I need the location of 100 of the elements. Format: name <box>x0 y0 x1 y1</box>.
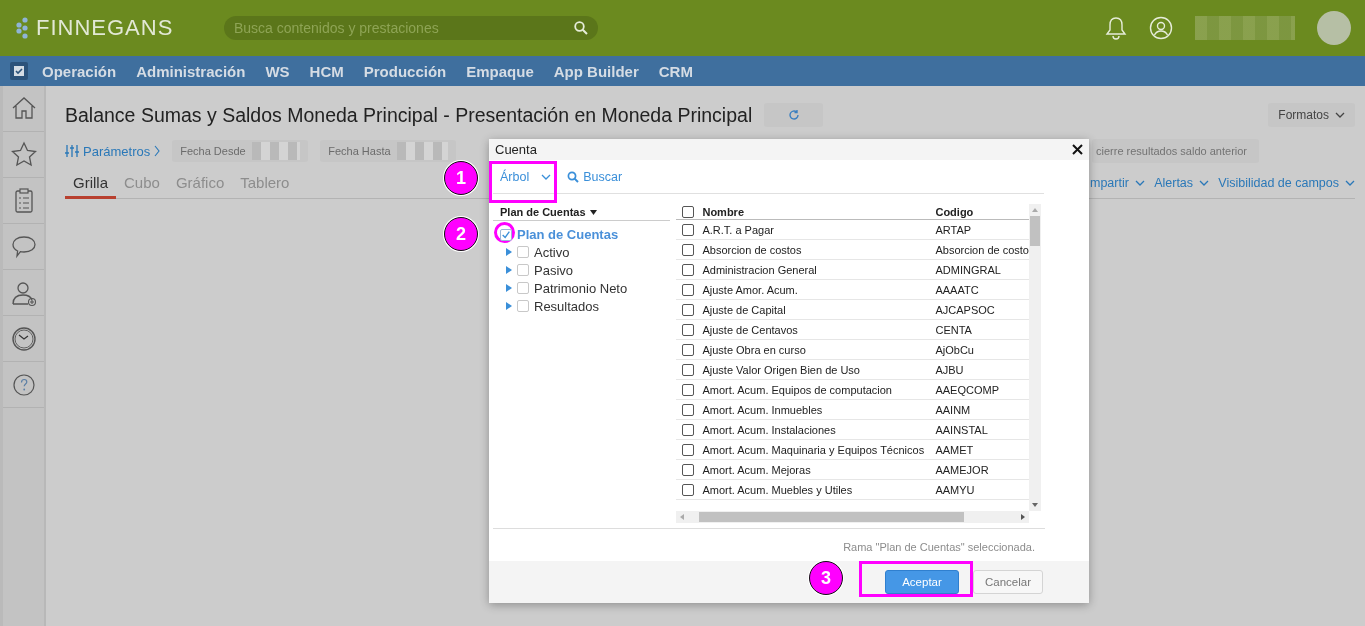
table-cell-text: Amort. Acum. Maquinaria y Equipos Técnicos <box>702 443 926 456</box>
status-text: Rama "Plan de Cuentas" seleccionada. <box>843 541 1035 553</box>
menu-item[interactable]: Operación <box>42 62 117 80</box>
table-cell-text: Ajuste Amor. Acum. <box>702 283 799 296</box>
column-header[interactable]: Plan de Cuentas <box>493 204 671 221</box>
checkbox[interactable] <box>682 483 695 496</box>
table-cell-text: AAMET <box>935 443 975 456</box>
chevron-down-icon <box>541 173 552 180</box>
close-icon[interactable] <box>1072 144 1083 155</box>
tree-item[interactable]: Activo <box>534 244 570 260</box>
action-link[interactable]: Visibilidad de campos <box>1218 176 1355 190</box>
table-cell-text: AAEQCOMP <box>935 383 1000 396</box>
table-cell-text: AAMEJOR <box>935 463 990 476</box>
column-header[interactable]: Codigo <box>935 205 1029 218</box>
table-cell-text: AAINM <box>935 403 972 416</box>
tab[interactable]: Tablero <box>232 168 298 199</box>
search-icon[interactable] <box>574 21 588 35</box>
bell-icon[interactable] <box>1105 16 1127 40</box>
table-cell-text: Absorcion de costos <box>702 243 803 256</box>
scrollbar[interactable] <box>1029 204 1041 511</box>
action-link[interactable]: Alertas <box>1154 176 1210 190</box>
module-icon[interactable] <box>10 62 28 80</box>
search-link[interactable]: Buscar <box>567 169 623 184</box>
tree-item[interactable]: Plan de Cuentas <box>517 227 619 242</box>
table-cell-text: Amort. Acum. Mejoras <box>702 463 812 476</box>
checkbox[interactable] <box>682 443 695 456</box>
search-icon <box>567 170 580 183</box>
caret-right-icon[interactable] <box>505 284 512 292</box>
caret-down-icon <box>589 209 597 215</box>
scrollbar[interactable] <box>676 511 1029 523</box>
filter-field[interactable]: cierre resultados saldo anterior <box>1092 139 1260 163</box>
chevron-right-icon <box>154 145 161 157</box>
table-cell-text: ADMINGRAL <box>935 263 1002 276</box>
checkbox[interactable] <box>682 463 695 476</box>
highlight-ring <box>494 222 515 243</box>
scrollbar-thumb[interactable] <box>699 512 965 522</box>
checkbox[interactable] <box>682 343 695 356</box>
tab[interactable]: Gráfico <box>167 168 233 199</box>
column-header[interactable]: Nombre <box>702 205 936 218</box>
table-cell-text: Administracion General <box>702 263 818 276</box>
logo: FINNEGANS <box>36 15 174 41</box>
menu-item[interactable]: Administración <box>136 62 246 80</box>
parameters-link[interactable]: Parámetros <box>65 143 161 159</box>
checkbox[interactable] <box>682 363 695 376</box>
menu-item[interactable]: App Builder <box>553 62 639 80</box>
caret-right-icon[interactable] <box>505 248 512 256</box>
arrow-down-icon[interactable] <box>1032 502 1038 508</box>
menu-item[interactable]: CRM <box>658 62 693 80</box>
highlight-frame <box>489 161 557 203</box>
tab[interactable]: Cubo <box>116 168 168 199</box>
table-cell-text: AJCAPSOC <box>935 303 996 316</box>
tree-item[interactable]: Resultados <box>534 298 600 314</box>
table-cell-text: Amort. Acum. Inmuebles <box>702 403 824 416</box>
checkbox[interactable] <box>682 283 695 296</box>
scrollbar-thumb[interactable] <box>1030 216 1040 246</box>
caret-right-icon[interactable] <box>505 302 512 310</box>
table-cell-text: CENTA <box>935 323 973 336</box>
checkbox[interactable] <box>682 243 695 256</box>
filter-field[interactable]: Fecha Desde <box>172 140 309 162</box>
page-title: Balance Sumas y Saldos Moneda Principal - Presentación en Moneda Principal <box>65 103 753 127</box>
dialog-title: Cuenta <box>495 142 537 157</box>
table-cell: Absorcion de costo <box>935 243 1029 256</box>
chevron-down-icon <box>1199 180 1210 186</box>
checkbox[interactable] <box>682 263 695 276</box>
menu-item[interactable]: Empaque <box>466 62 534 80</box>
checkbox[interactable] <box>682 423 695 436</box>
formats-button[interactable]: Formatos <box>1268 103 1355 127</box>
menu-item[interactable]: HCM <box>309 62 344 80</box>
table-cell-text: AAMYU <box>935 483 976 496</box>
table-cell-text: A.R.T. a Pagar <box>702 223 775 236</box>
chevron-down-icon <box>1134 180 1145 186</box>
arrow-right-icon[interactable] <box>1020 514 1026 520</box>
tab[interactable]: Grilla <box>65 168 116 199</box>
user-icon[interactable] <box>1149 16 1173 40</box>
cancel-button[interactable]: Cancelar <box>973 570 1043 594</box>
checkbox[interactable] <box>500 228 512 241</box>
checkbox[interactable] <box>682 323 695 336</box>
caret-right-icon[interactable] <box>505 266 512 274</box>
table-cell-text: AAINSTAL <box>935 423 989 436</box>
chevron-down-icon <box>1345 180 1355 186</box>
table-cell-text: Ajuste de Capital <box>702 303 787 316</box>
table-cell-text: AjObCu <box>935 343 975 356</box>
view-dropdown[interactable]: Árbol <box>500 169 552 184</box>
checkbox[interactable] <box>682 223 695 236</box>
table-cell-text: AJBU <box>935 363 965 376</box>
table-cell-text: AAAATC <box>935 283 980 296</box>
checkbox[interactable] <box>682 403 695 416</box>
tree-item[interactable]: Patrimonio Neto <box>534 280 628 296</box>
checkbox[interactable] <box>682 303 695 316</box>
action-link[interactable]: mpartir <box>1090 176 1145 190</box>
select-all-checkbox[interactable] <box>682 205 695 218</box>
filter-field[interactable]: Fecha Hasta <box>320 140 457 162</box>
table-cell-text: Amort. Acum. Equipos de computacion <box>702 383 893 396</box>
menu-item[interactable]: WS <box>265 62 290 80</box>
checkbox[interactable] <box>682 383 695 396</box>
menu-item[interactable]: Producción <box>363 62 447 80</box>
accept-button[interactable]: Aceptar <box>885 570 959 594</box>
table-cell-text: Ajuste de Centavos <box>702 323 799 336</box>
sliders-icon <box>65 144 79 158</box>
tree-item[interactable]: Pasivo <box>534 262 574 278</box>
